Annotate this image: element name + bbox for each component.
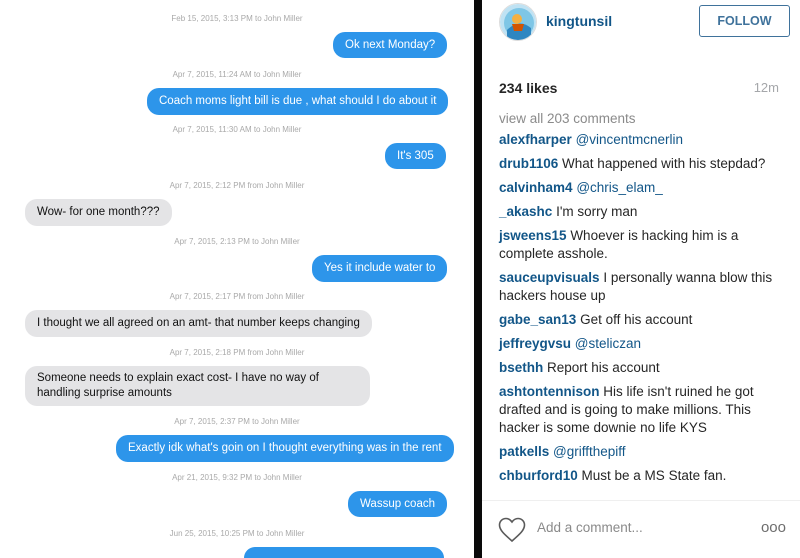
message-bubble-incoming[interactable]: Someone needs to explain exact cost- I h… <box>25 366 370 406</box>
post-username[interactable]: kingtunsil <box>546 13 612 29</box>
comment-mention[interactable]: @vincentmcnerlin <box>576 132 684 147</box>
comment-item: sauceupvisuals I personally wanna blow t… <box>499 269 789 305</box>
message-timestamp: Apr 7, 2015, 2:12 PM from John Miller <box>169 181 305 190</box>
comment-item: chburford10 Must be a MS State fan. <box>499 467 789 485</box>
comment-item: _akashc I'm sorry man <box>499 203 789 221</box>
message-timestamp: Apr 7, 2015, 2:17 PM from John Miller <box>169 292 305 301</box>
comment-item: jeffreygvsu @steliczan <box>499 335 789 353</box>
message-bubble-outgoing[interactable]: Coach moms light bill is due , what shou… <box>147 88 449 115</box>
comment-username[interactable]: calvinham4 <box>499 180 573 195</box>
message-bubble-outgoing[interactable]: Yes it include water to <box>312 255 448 282</box>
message-bubble-incoming[interactable]: I thought we all agreed on an amt- that … <box>25 310 372 337</box>
comment-item: jsweens15 Whoever is hacking him is a co… <box>499 227 789 263</box>
avatar-image <box>500 4 536 40</box>
message-bubble-outgoing[interactable]: Exactly idk what's goin on I thought eve… <box>116 435 454 462</box>
comment-mention[interactable]: @steliczan <box>575 336 641 351</box>
comment-username[interactable]: alexfharper <box>499 132 572 147</box>
comment-username[interactable]: drub1106 <box>499 156 558 171</box>
comment-username[interactable]: bsethh <box>499 360 543 375</box>
likes-count[interactable]: 234 likes <box>499 80 557 96</box>
message-bubble-outgoing[interactable]: Wassup coach <box>348 491 447 517</box>
message-timestamp: Apr 7, 2015, 11:24 AM to John Miller <box>172 70 302 79</box>
comment-text: What happened with his stepdad? <box>562 156 766 171</box>
add-comment-input[interactable]: Add a comment... <box>537 520 643 535</box>
comment-text: Report his account <box>547 360 660 375</box>
comment-mention[interactable]: @chris_elam_ <box>576 180 662 195</box>
comment-username[interactable]: jsweens15 <box>499 228 567 243</box>
comment-text: Must be a MS State fan. <box>581 468 727 483</box>
comment-item: calvinham4 @chris_elam_ <box>499 179 789 197</box>
post-age: 12m <box>753 80 779 95</box>
comment-username[interactable]: sauceupvisuals <box>499 270 600 285</box>
comment-item: drub1106 What happened with his stepdad? <box>499 155 789 173</box>
follow-button[interactable]: FOLLOW <box>699 5 790 37</box>
comment-item: gabe_san13 Get off his account <box>499 311 789 329</box>
message-timestamp: Apr 7, 2015, 11:30 AM to John Miller <box>172 125 302 134</box>
comment-username[interactable]: jeffreygvsu <box>499 336 571 351</box>
message-bubble-outgoing[interactable]: It's 305 <box>385 143 446 169</box>
comment-item: ashtontennison His life isn't ruined he … <box>499 383 789 437</box>
comment-text: Get off his account <box>580 312 693 327</box>
comment-item: alexfharper @vincentmcnerlin <box>499 131 789 149</box>
message-timestamp: Feb 15, 2015, 3:13 PM to John Miller <box>171 14 303 23</box>
comment-username[interactable]: gabe_san13 <box>499 312 576 327</box>
message-timestamp: Apr 7, 2015, 2:37 PM to John Miller <box>174 417 300 426</box>
comment-mention[interactable]: @griffthepiff <box>553 444 626 459</box>
instagram-post-panel: kingtunsil FOLLOW 234 likes 12m view all… <box>482 0 800 558</box>
message-timestamp: Apr 21, 2015, 9:32 PM to John Miller <box>172 473 302 482</box>
more-options-icon[interactable]: ooo <box>761 519 786 536</box>
comment-username[interactable]: chburford10 <box>499 468 578 483</box>
avatar[interactable] <box>499 3 537 41</box>
comment-username[interactable]: ashtontennison <box>499 384 600 399</box>
message-bubble-outgoing[interactable]: Ok next Monday? <box>333 32 448 58</box>
comment-text: I'm sorry man <box>556 204 638 219</box>
comment-item: patkells @griffthepiff <box>499 443 789 461</box>
message-timestamp: Apr 7, 2015, 2:18 PM from John Miller <box>169 348 305 357</box>
message-timestamp: Apr 7, 2015, 2:13 PM to John Miller <box>174 237 300 246</box>
message-bubble-outgoing[interactable] <box>244 547 444 558</box>
comment-item: bsethh Report his account <box>499 359 789 377</box>
message-timestamp: Jun 25, 2015, 10:25 PM to John Miller <box>169 529 305 538</box>
message-thread: Feb 15, 2015, 3:13 PM to John Miller Ok … <box>0 0 474 558</box>
comment-username[interactable]: _akashc <box>499 204 552 219</box>
message-bubble-incoming[interactable]: Wow- for one month??? <box>25 199 172 226</box>
heart-icon[interactable] <box>498 517 526 543</box>
view-all-comments-link[interactable]: view all 203 comments <box>499 111 636 126</box>
comment-list: alexfharper @vincentmcnerlin drub1106 Wh… <box>499 131 789 491</box>
comment-bar: Add a comment... ooo <box>482 500 800 558</box>
panel-divider <box>474 0 482 558</box>
comment-username[interactable]: patkells <box>499 444 549 459</box>
